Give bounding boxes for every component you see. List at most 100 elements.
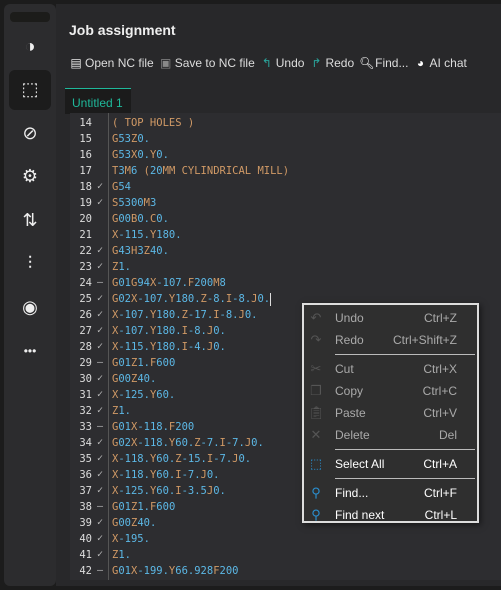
- code-text: X-118.Y60.I-7.J0.: [112, 469, 220, 481]
- check-icon: ✓: [96, 485, 104, 496]
- line-number: 32: [79, 405, 92, 417]
- select-all-icon: ⬚: [309, 456, 323, 471]
- menu-item-label: Cut: [335, 362, 354, 376]
- code-text: X-115.Y180.: [112, 229, 182, 241]
- menu-item-shortcut: Ctrl+Shift+Z: [392, 333, 457, 347]
- sidebar-item-5[interactable]: ⫶: [9, 244, 51, 284]
- line-number: 30: [79, 373, 92, 385]
- menu-item-label: Find next: [335, 508, 385, 522]
- menu-item-shortcut: Ctrl+L: [424, 508, 457, 522]
- dash-icon: —: [96, 357, 104, 368]
- open-file-icon: ▤: [70, 56, 82, 70]
- check-icon: ✓: [96, 373, 104, 384]
- tab-untitled-1[interactable]: Untitled 1: [65, 88, 131, 114]
- line-number: 28: [79, 341, 92, 353]
- toolbar-undo-button[interactable]: ↰ Undo: [260, 56, 305, 70]
- toolbar-find-button[interactable]: 🔍︎ Find...: [359, 56, 408, 70]
- line-number: 14: [79, 117, 92, 129]
- sidebar-item-4[interactable]: ⇅: [9, 200, 51, 240]
- toolbar-label: AI chat: [429, 56, 467, 70]
- menu-item-label: Copy: [335, 384, 364, 398]
- toolbar-label: Save to NC file: [174, 56, 255, 70]
- transfer-arrows-icon: ⇅: [22, 209, 38, 230]
- code-line: 21 X-115.Y180.: [70, 227, 501, 243]
- line-number: 29: [79, 357, 92, 369]
- page-title: Job assignment: [69, 22, 176, 38]
- toolbar-label: Undo: [275, 56, 305, 70]
- line-number: 40: [79, 533, 92, 545]
- code-text: X-125.Y60.: [112, 389, 176, 401]
- check-icon: ✓: [96, 389, 104, 400]
- line-number: 26: [79, 309, 92, 321]
- code-text: G01X-118.F200: [112, 421, 195, 433]
- line-number: 34: [79, 437, 92, 449]
- toolbar-save-to-nc-file-button[interactable]: ▣ Save to NC file: [159, 56, 255, 70]
- menu-item-redo[interactable]: ↷ Redo Ctrl+Shift+Z: [304, 329, 477, 351]
- code-text: S5300M3: [112, 197, 157, 209]
- menu-item-shortcut: Ctrl+Z: [424, 311, 457, 325]
- sidebar-item-7[interactable]: •••: [9, 331, 51, 371]
- code-line: 40 ✓ X-195.: [70, 531, 501, 547]
- menu-item-label: Find...: [335, 486, 369, 500]
- code-line: 41 ✓ Z1.: [70, 547, 501, 563]
- dashed-shape-icon: ⬚: [21, 79, 39, 99]
- line-number: 18: [79, 181, 92, 193]
- menu-item-delete[interactable]: ✕ Delete Del: [304, 424, 477, 446]
- line-number: 41: [79, 549, 92, 561]
- compass-icon: ⊘: [22, 122, 38, 143]
- code-line: 14 ( TOP HOLES ): [70, 115, 501, 131]
- menu-item-label: Delete: [335, 428, 370, 442]
- menu-item-copy[interactable]: ❐ Copy Ctrl+C: [304, 380, 477, 402]
- sidebar-item-1[interactable]: ⬚: [9, 69, 51, 110]
- menu-item-find-next[interactable]: ⚲ Find next Ctrl+L: [304, 504, 477, 526]
- check-icon: ✓: [96, 437, 104, 448]
- sidebar: ◑ ⬚ ⊘ ⚙ ⇅ ⫶ ◉ •••: [4, 4, 56, 586]
- line-number: 24: [79, 277, 92, 289]
- menu-separator: [335, 354, 475, 355]
- code-text: X-195.: [112, 533, 150, 545]
- sidebar-item-2[interactable]: ⊘: [9, 113, 51, 153]
- menu-item-select-all[interactable]: ⬚ Select All Ctrl+A: [304, 453, 477, 475]
- menu-separator: [335, 449, 475, 450]
- toolbar-ai-chat-button[interactable]: ◕ AI chat: [413, 56, 467, 70]
- code-line: 22 ✓ G43H3Z40.: [70, 243, 501, 259]
- code-line: 42 — G01X-199.Y66.928F200: [70, 563, 501, 579]
- check-icon: ✓: [96, 197, 104, 208]
- line-number: 35: [79, 453, 92, 465]
- gear-icon: ⚙: [21, 166, 39, 186]
- code-text: G00Z40.: [112, 517, 157, 529]
- check-icon: ✓: [96, 517, 104, 528]
- line-number: 21: [79, 229, 92, 241]
- check-icon: ✓: [96, 181, 104, 192]
- dash-icon: —: [96, 565, 104, 576]
- code-text: G00B0.C0.: [112, 213, 169, 225]
- code-text: X-107.Y180.Z-17.I-8.J0.: [112, 309, 258, 321]
- check-icon: ✓: [96, 469, 104, 480]
- toolbar-open-nc-file-button[interactable]: ▤ Open NC file: [69, 56, 153, 70]
- menu-item-find[interactable]: ⚲ Find... Ctrl+F: [304, 482, 477, 504]
- menu-item-paste[interactable]: 📋︎ Paste Ctrl+V: [304, 402, 477, 424]
- quadrant-circle-icon: ◑: [24, 35, 36, 56]
- sidebar-item-3[interactable]: ⚙: [9, 157, 51, 197]
- line-number: 42: [79, 565, 92, 577]
- sidebar-item-6[interactable]: ◉: [9, 287, 51, 327]
- menu-item-shortcut: Ctrl+C: [422, 384, 457, 398]
- copy-icon: ❐: [310, 383, 322, 398]
- ai-chat-icon: ◕: [416, 56, 425, 70]
- line-number: 33: [79, 421, 92, 433]
- code-line: 23 ✓ Z1.: [70, 259, 501, 275]
- menu-item-label: Undo: [335, 311, 364, 325]
- line-number: 19: [79, 197, 92, 209]
- code-line: 16 G53X0.Y0.: [70, 147, 501, 163]
- check-icon: ✓: [96, 293, 104, 304]
- menu-separator: [335, 478, 475, 479]
- menu-item-cut[interactable]: ✂ Cut Ctrl+X: [304, 358, 477, 380]
- check-icon: ✓: [96, 309, 104, 320]
- code-text: G43H3Z40.: [112, 245, 169, 257]
- check-icon: ✓: [96, 341, 104, 352]
- sidebar-item-0[interactable]: ◑: [9, 26, 51, 66]
- check-icon: ✓: [96, 405, 104, 416]
- menu-item-undo[interactable]: ↶ Undo Ctrl+Z: [304, 307, 477, 329]
- toolbar-redo-button[interactable]: ↱ Redo: [309, 56, 354, 70]
- search-icon: 🔍︎: [359, 56, 375, 70]
